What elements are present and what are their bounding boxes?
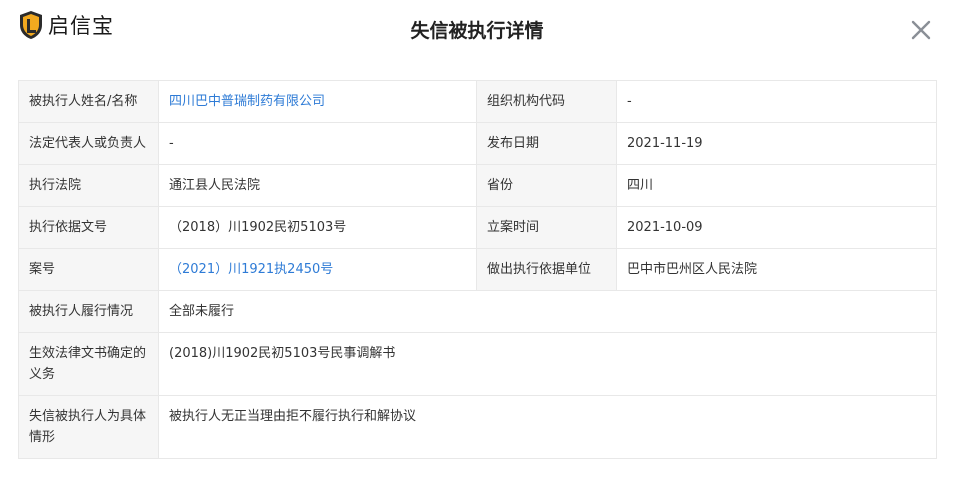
company-name-link[interactable]: 四川巴中普瑞制药有限公司 bbox=[169, 94, 325, 109]
field-value: 通江县人民法院 bbox=[158, 164, 477, 207]
field-label: 失信被执行人为具体情形 bbox=[18, 395, 159, 459]
field-label: 组织机构代码 bbox=[476, 80, 617, 123]
field-label: 发布日期 bbox=[476, 122, 617, 165]
detail-table: 被执行人姓名/名称 四川巴中普瑞制药有限公司 组织机构代码 - 法定代表人或负责… bbox=[18, 80, 937, 459]
field-value: （2018）川1902民初5103号 bbox=[158, 206, 477, 249]
field-value: 四川巴中普瑞制药有限公司 bbox=[158, 80, 477, 123]
field-value: 2021-11-19 bbox=[616, 122, 937, 165]
field-value: 全部未履行 bbox=[158, 290, 937, 333]
page-title: 失信被执行详情 bbox=[410, 20, 544, 42]
field-label: 省份 bbox=[476, 164, 617, 207]
field-value: 四川 bbox=[616, 164, 937, 207]
field-value: 2021-10-09 bbox=[616, 206, 937, 249]
case-number-link[interactable]: （2021）川1921执2450号 bbox=[169, 262, 333, 277]
field-label: 生效法律文书确定的义务 bbox=[18, 332, 159, 396]
field-label: 被执行人姓名/名称 bbox=[18, 80, 159, 123]
table-row: 法定代表人或负责人 - 发布日期 2021-11-19 bbox=[18, 122, 937, 165]
field-value: （2021）川1921执2450号 bbox=[158, 248, 477, 291]
field-label: 被执行人履行情况 bbox=[18, 290, 159, 333]
table-row: 失信被执行人为具体情形 被执行人无正当理由拒不履行执行和解协议 bbox=[18, 395, 937, 459]
field-label: 执行法院 bbox=[18, 164, 159, 207]
field-value: 被执行人无正当理由拒不履行执行和解协议 bbox=[158, 395, 937, 459]
field-label: 法定代表人或负责人 bbox=[18, 122, 159, 165]
close-icon bbox=[911, 20, 931, 40]
field-value: - bbox=[158, 122, 477, 165]
field-label: 执行依据文号 bbox=[18, 206, 159, 249]
field-value: 巴中市巴州区人民法院 bbox=[616, 248, 937, 291]
field-value: (2018)川1902民初5103号民事调解书 bbox=[158, 332, 937, 396]
table-row: 被执行人姓名/名称 四川巴中普瑞制药有限公司 组织机构代码 - bbox=[18, 80, 937, 123]
table-row: 被执行人履行情况 全部未履行 bbox=[18, 290, 937, 333]
field-value: - bbox=[616, 80, 937, 123]
field-label: 做出执行依据单位 bbox=[476, 248, 617, 291]
field-label: 案号 bbox=[18, 248, 159, 291]
field-label: 立案时间 bbox=[476, 206, 617, 249]
table-row: 案号 （2021）川1921执2450号 做出执行依据单位 巴中市巴州区人民法院 bbox=[18, 248, 937, 291]
close-button[interactable] bbox=[907, 16, 935, 44]
table-row: 生效法律文书确定的义务 (2018)川1902民初5103号民事调解书 bbox=[18, 332, 937, 396]
table-row: 执行法院 通江县人民法院 省份 四川 bbox=[18, 164, 937, 207]
table-row: 执行依据文号 （2018）川1902民初5103号 立案时间 2021-10-0… bbox=[18, 206, 937, 249]
